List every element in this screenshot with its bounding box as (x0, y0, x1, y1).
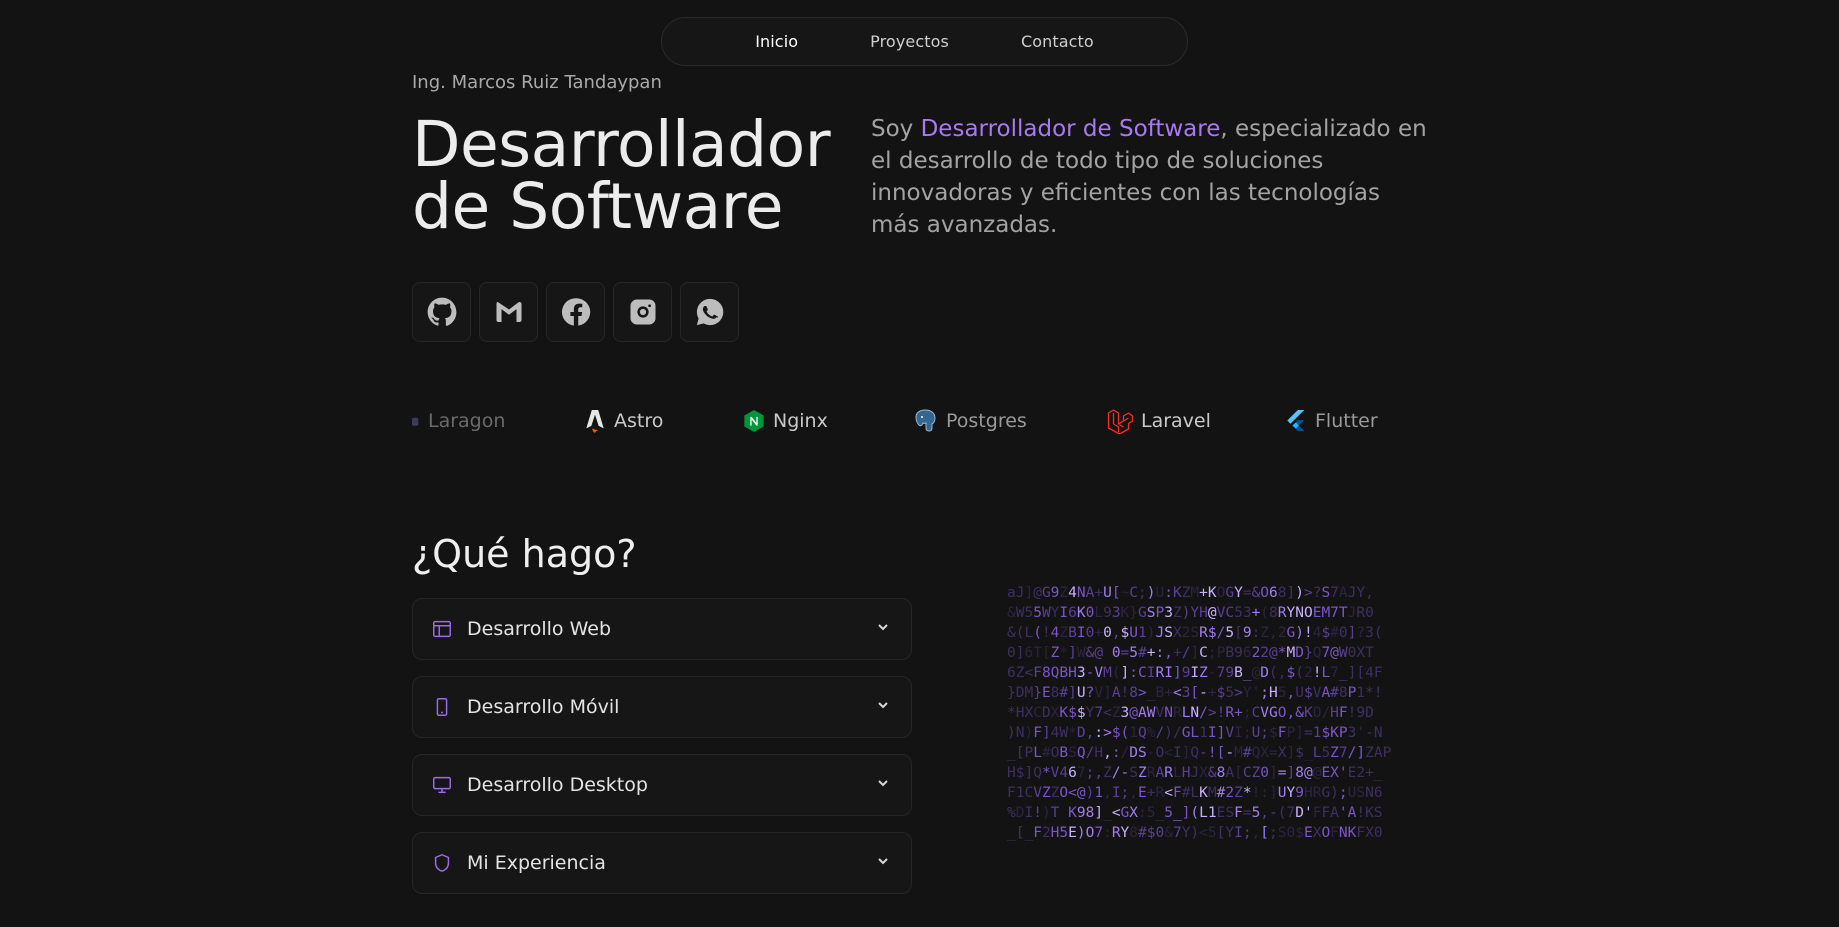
accordion-label: Desarrollo Web (467, 618, 612, 640)
services-accordion: Desarrollo Web Desarrollo Móvil Desarrol… (412, 598, 912, 910)
author-name: Ing. Marcos Ruiz Tandaypan (412, 72, 662, 93)
shield-icon (431, 852, 453, 874)
accordion-item-desarrollo-web[interactable]: Desarrollo Web (412, 598, 912, 660)
browser-window-icon (431, 618, 453, 640)
matrix-line: F1CVZZO<@)1,I;,E+R<F#LKM#2Z*!:]UY9HRG);U… (1007, 785, 1383, 801)
postgres-icon (915, 409, 936, 432)
tech-label: Flutter (1315, 410, 1378, 432)
matrix-line: _[PL#OBSQ/H,:/DS-O<I]Q-![-M#QX=X]$_L5Z7/… (1007, 745, 1392, 761)
gmail-button[interactable] (479, 282, 538, 342)
social-links (412, 282, 739, 342)
tech-laragon: Laragon (412, 408, 505, 434)
whatsapp-button[interactable] (680, 282, 739, 342)
matrix-line: &(L(!4ZBI0+0,$U1)JSX2SR$/5[9:Z,2G)!4$#0]… (1007, 625, 1383, 641)
matrix-text-animation: aJ]@G9Z4NA+U[~C;)U:KZM+KOGY=&O68])>?S7AJ… (1007, 583, 1439, 843)
accordion-label: Desarrollo Móvil (467, 696, 620, 718)
hero-title: Desarrollador de Software (412, 113, 831, 238)
nav-contacto[interactable]: Contacto (985, 32, 1130, 51)
facebook-icon (561, 298, 590, 326)
hero-description-prefix: Soy (871, 116, 921, 142)
matrix-line: }DM}E8#]U?V]A!8>_B+<3[-+$5>Y';H5,U$VA#8P… (1007, 685, 1383, 701)
matrix-line: 0]6T[Z*]W&@ 0=5#+:,+/]C;PB9622@*MD}Q7@W0… (1007, 645, 1374, 661)
tech-label: Laragon (428, 410, 506, 432)
accordion-label: Mi Experiencia (467, 852, 606, 874)
tech-label: Laravel (1141, 410, 1211, 432)
tech-laravel: Laravel (1106, 408, 1211, 434)
matrix-line: _[_F2H5E)O7:RY8#$0&7Y)<5[YI;,[;S0$EXOFNK… (1007, 825, 1383, 841)
flutter-icon (1287, 410, 1305, 432)
monitor-icon (431, 774, 453, 796)
hero-description-accent: Desarrollador de Software (920, 116, 1221, 142)
matrix-line: *HXCDXK$$Y7<Z3@AWVNRLN/>!R+;CVGO,&KO/HF!… (1007, 705, 1374, 721)
whatsapp-icon (696, 298, 723, 326)
chevron-down-icon[interactable] (875, 619, 891, 639)
accordion-item-mi-experiencia[interactable]: Mi Experiencia (412, 832, 912, 894)
matrix-line: )N)F]4W*D,:>$(1Q%/)/GL1I]VI;U;$FP]=1$KP3… (1007, 725, 1383, 741)
instagram-button[interactable] (613, 282, 672, 342)
technology-marquee: Laragon Astro Nginx Postgres Laravel Flu… (412, 401, 1412, 441)
tech-flutter: Flutter (1285, 408, 1378, 434)
instagram-icon (630, 299, 655, 325)
chevron-down-icon[interactable] (875, 775, 891, 795)
facebook-button[interactable] (546, 282, 605, 342)
hero-description: Soy Desarrollador de Software, especiali… (871, 113, 1431, 241)
services-title: ¿Qué hago? (412, 532, 637, 576)
github-icon (427, 297, 456, 326)
tech-postgres: Postgres (912, 408, 1027, 434)
nav-inicio[interactable]: Inicio (719, 32, 834, 51)
matrix-line: %DI!)T K98]_<GX:5_5_](L1ESF=5,-(7D'FFA'A… (1007, 805, 1383, 821)
laragon-icon (412, 417, 419, 426)
smartphone-icon (431, 696, 453, 718)
nav-proyectos[interactable]: Proyectos (834, 32, 985, 51)
tech-label: Astro (614, 410, 664, 432)
chevron-down-icon[interactable] (875, 697, 891, 717)
gmail-icon (496, 301, 521, 322)
accordion-label: Desarrollo Desktop (467, 774, 648, 796)
matrix-line: H$]Q*V467;,Z/-SZRARLHJX&8A[CZ0]=]8@@EX'E… (1007, 765, 1383, 781)
hero-title-line-2: de Software (412, 170, 784, 243)
tech-nginx: Nginx (743, 408, 828, 434)
top-navigation: Inicio Proyectos Contacto (661, 17, 1188, 66)
matrix-line: aJ]@G9Z4NA+U[~C;)U:KZM+KOGY=&O68])>?S7AJ… (1007, 585, 1374, 601)
accordion-item-desarrollo-movil[interactable]: Desarrollo Móvil (412, 676, 912, 738)
matrix-line: 6Z<F8QBH3-VM(]:CIRI]9IZ-79B_@D(,$(2!L7_]… (1007, 665, 1383, 681)
laravel-icon (1107, 409, 1133, 434)
tech-label: Nginx (773, 410, 828, 432)
astro-icon (586, 410, 604, 433)
accordion-item-desarrollo-desktop[interactable]: Desarrollo Desktop (412, 754, 912, 816)
github-button[interactable] (412, 282, 471, 342)
nginx-icon (744, 410, 764, 432)
chevron-down-icon[interactable] (875, 853, 891, 873)
tech-astro: Astro (584, 408, 663, 434)
tech-label: Postgres (946, 410, 1027, 432)
matrix-line: &W55WYI6K0L93K}GSP3Z)YH@VC53+(8RYNOEM7TJ… (1007, 605, 1374, 621)
